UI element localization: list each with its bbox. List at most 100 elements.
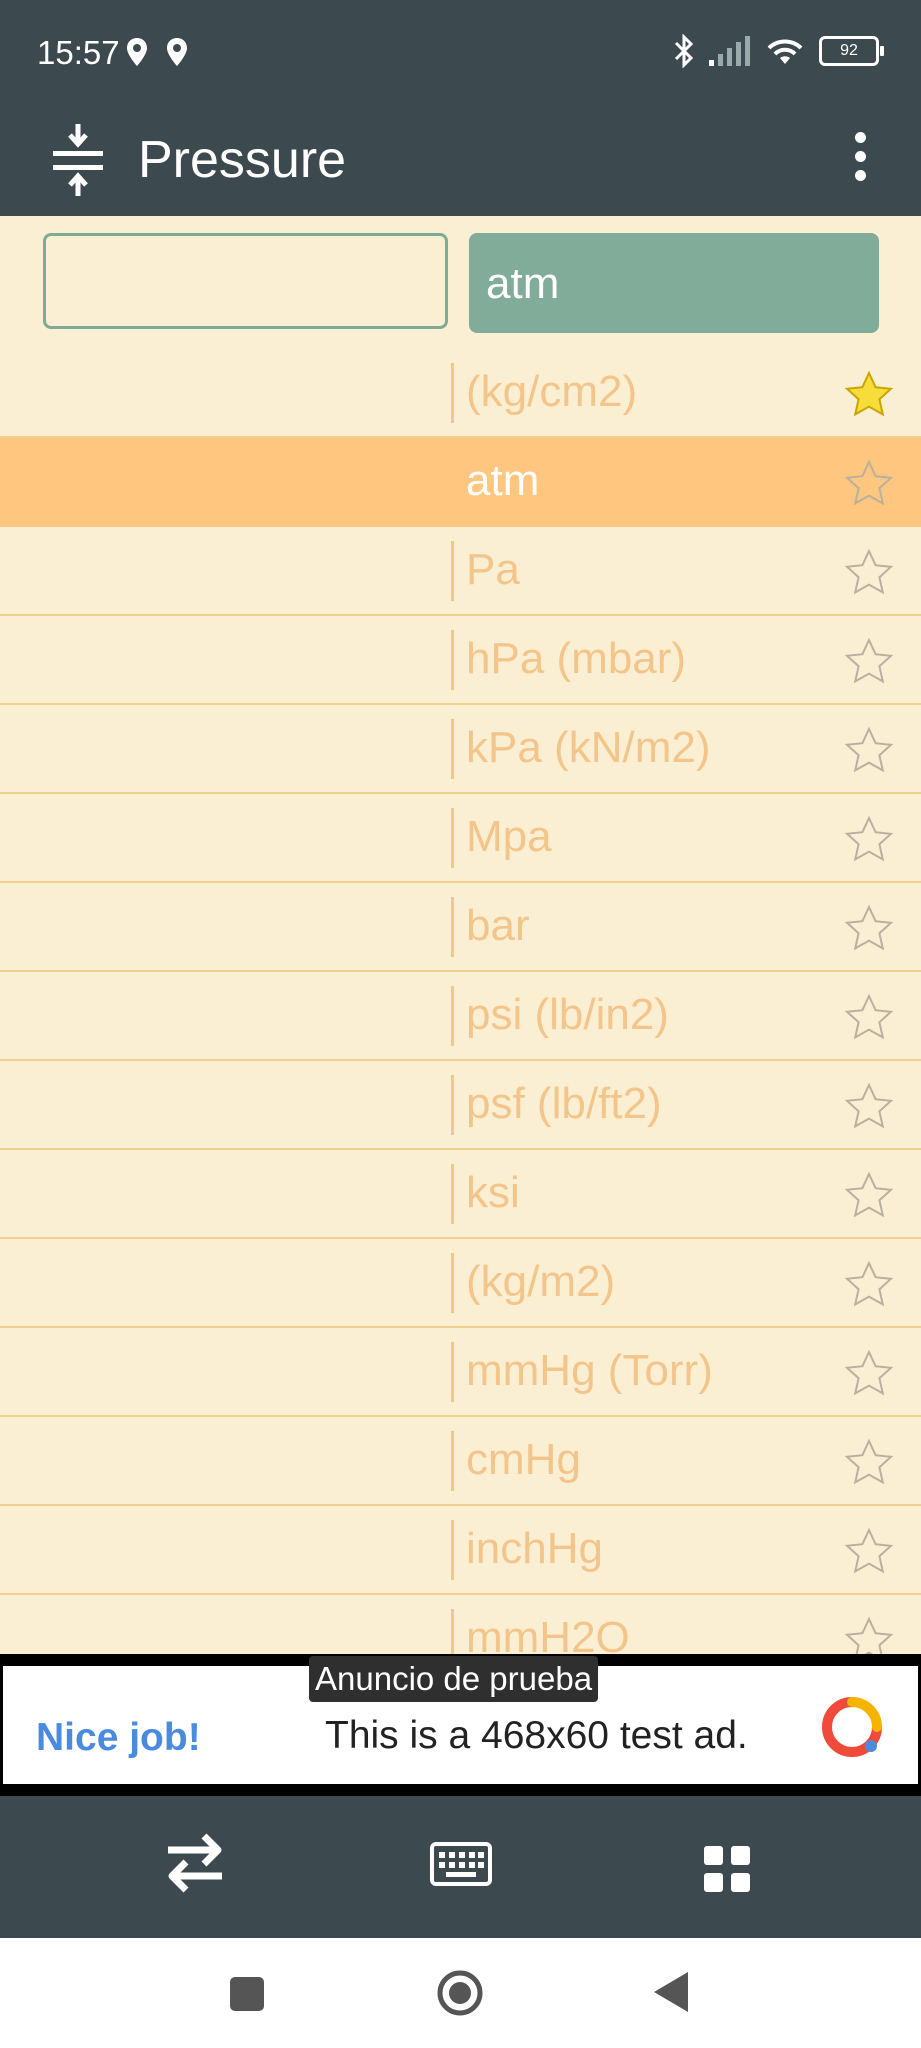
unit-label: cmHg: [466, 1435, 581, 1484]
back-icon: [654, 1972, 688, 2012]
row-divider: [451, 630, 454, 690]
system-nav-bar: [0, 1938, 921, 2048]
battery-indicator: 92: [819, 36, 884, 66]
grid-icon: [704, 1846, 750, 1892]
unit-value-cell: [0, 794, 452, 882]
unit-label: hPa (mbar): [466, 634, 687, 683]
unit-row[interactable]: inchHg: [0, 1506, 921, 1595]
selected-unit-label: atm: [486, 259, 560, 308]
unit-row[interactable]: atm: [0, 438, 921, 527]
bottom-toolbar: [0, 1796, 921, 1938]
bluetooth-icon: [674, 34, 694, 68]
unit-value-cell: [0, 1239, 452, 1327]
more-options-button[interactable]: [845, 124, 875, 194]
row-divider: [451, 986, 454, 1046]
unit-value-cell: [0, 1150, 452, 1238]
star-outline-icon[interactable]: [843, 813, 895, 865]
star-outline-icon[interactable]: [843, 1169, 895, 1221]
unit-label: atm: [466, 456, 540, 505]
recents-icon: [230, 1977, 264, 2011]
row-divider: [451, 897, 454, 957]
unit-value-cell: [0, 1595, 452, 1654]
unit-row[interactable]: Pa: [0, 527, 921, 616]
unit-row[interactable]: psi (lb/in2): [0, 972, 921, 1061]
row-divider: [451, 1342, 454, 1402]
unit-label: Mpa: [466, 812, 552, 861]
recents-button[interactable]: [229, 1976, 265, 2017]
value-input[interactable]: [43, 233, 448, 329]
unit-row[interactable]: mmH2O: [0, 1595, 921, 1654]
star-outline-icon[interactable]: [843, 1080, 895, 1132]
unit-label: psf (lb/ft2): [466, 1079, 662, 1128]
unit-value-cell: [0, 616, 452, 704]
unit-row[interactable]: cmHg: [0, 1417, 921, 1506]
unit-value-cell: [0, 1506, 452, 1594]
row-divider: [451, 1609, 454, 1654]
unit-row[interactable]: hPa (mbar): [0, 616, 921, 705]
star-outline-icon[interactable]: [843, 546, 895, 598]
more-vert-icon: [854, 132, 866, 143]
unit-row[interactable]: bar: [0, 883, 921, 972]
ad-logo-icon: [822, 1697, 882, 1757]
star-outline-icon[interactable]: [843, 991, 895, 1043]
star-outline-icon[interactable]: [843, 1258, 895, 1310]
star-outline-icon[interactable]: [843, 1436, 895, 1488]
unit-label: psi (lb/in2): [466, 990, 669, 1039]
unit-value-cell: [0, 1417, 452, 1505]
unit-label: Pa: [466, 545, 520, 594]
star-outline-icon[interactable]: [843, 902, 895, 954]
unit-row[interactable]: kPa (kN/m2): [0, 705, 921, 794]
unit-row[interactable]: (kg/cm2): [0, 349, 921, 438]
keyboard-button[interactable]: [430, 1842, 492, 1891]
home-icon: [437, 1970, 483, 2016]
unit-selector-button[interactable]: atm: [469, 233, 879, 333]
location-icon: [167, 38, 187, 66]
swap-button[interactable]: [164, 1830, 226, 1901]
swap-icon: [168, 1833, 222, 1893]
signal-icon: [709, 36, 750, 66]
page-title: Pressure: [138, 131, 347, 189]
unit-value-cell: [0, 1328, 452, 1416]
wifi-icon: [767, 39, 803, 64]
star-outline-icon[interactable]: [843, 724, 895, 776]
star-outline-icon[interactable]: [843, 1525, 895, 1577]
compress-icon: [53, 124, 103, 196]
star-outline-icon[interactable]: [843, 457, 895, 509]
row-divider: [451, 363, 454, 423]
unit-value-cell: [0, 1061, 452, 1149]
unit-row[interactable]: ksi: [0, 1150, 921, 1239]
unit-label: inchHg: [466, 1524, 603, 1573]
unit-label: mmHg (Torr): [466, 1346, 713, 1395]
unit-value-cell: [0, 972, 452, 1060]
row-divider: [451, 541, 454, 601]
ad-label: Anuncio de prueba: [309, 1656, 599, 1702]
row-divider: [451, 1075, 454, 1135]
unit-value-cell: [0, 438, 452, 526]
star-outline-icon[interactable]: [843, 1614, 895, 1654]
star-outline-icon[interactable]: [843, 635, 895, 687]
home-button[interactable]: [435, 1968, 485, 2023]
star-filled-icon[interactable]: [843, 368, 895, 420]
keyboard-icon: [430, 1842, 492, 1886]
app-bar: Pressure: [0, 110, 921, 216]
unit-label: (kg/cm2): [466, 367, 638, 416]
status-time: 15:57: [37, 34, 120, 71]
unit-row[interactable]: Mpa: [0, 794, 921, 883]
unit-row[interactable]: psf (lb/ft2): [0, 1061, 921, 1150]
unit-row[interactable]: mmHg (Torr): [0, 1328, 921, 1417]
unit-row[interactable]: (kg/m2): [0, 1239, 921, 1328]
unit-label: mmH2O: [466, 1613, 630, 1654]
unit-value-cell: [0, 349, 452, 437]
unit-label: (kg/m2): [466, 1257, 616, 1306]
back-button[interactable]: [652, 1970, 690, 2019]
ad-headline: Nice job!: [36, 1716, 201, 1759]
row-divider: [451, 808, 454, 868]
location-icon: [127, 38, 147, 66]
row-divider: [451, 1253, 454, 1313]
unit-value-cell: [0, 705, 452, 793]
grid-button[interactable]: [704, 1846, 750, 1897]
star-outline-icon[interactable]: [843, 1347, 895, 1399]
status-bar: 15:57 92: [0, 0, 921, 110]
unit-value-cell: [0, 883, 452, 971]
unit-list[interactable]: (kg/cm2) atm Pa hPa (mbar) kPa (kN/m2) Mpa bar…: [0, 349, 921, 1654]
